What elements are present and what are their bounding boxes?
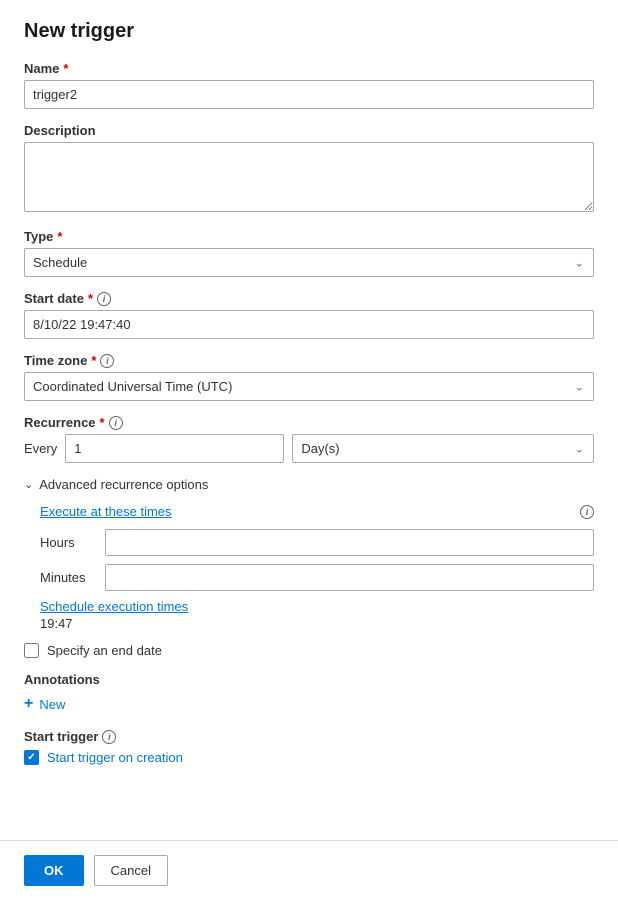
recurrence-row: Every Day(s) Week(s) Month(s) Minute(s) …: [24, 434, 594, 463]
minutes-input[interactable]: [105, 564, 594, 591]
start-trigger-row: Start trigger on creation: [24, 750, 594, 765]
schedule-execution-link[interactable]: Schedule execution times: [40, 599, 594, 614]
type-select[interactable]: Schedule Tumbling Window Storage events …: [24, 248, 594, 277]
plus-icon: +: [24, 695, 33, 713]
execute-times-header: Execute at these times i: [40, 504, 594, 519]
name-label: Name *: [24, 61, 594, 76]
hours-input[interactable]: [105, 529, 594, 556]
execute-times-link[interactable]: Execute at these times: [40, 504, 172, 519]
specify-end-date-checkbox[interactable]: [24, 643, 39, 658]
name-input[interactable]: [24, 80, 594, 109]
recurrence-field-group: Recurrence * i Every Day(s) Week(s) Mont…: [24, 415, 594, 463]
description-input[interactable]: [24, 142, 594, 212]
start-date-required: *: [88, 291, 93, 306]
recurrence-label: Recurrence * i: [24, 415, 594, 430]
page-title: New trigger: [24, 20, 594, 43]
recurrence-number-input[interactable]: [65, 434, 284, 463]
advanced-recurrence-toggle[interactable]: ⌄ Advanced recurrence options: [24, 477, 594, 492]
recurrence-unit-wrapper: Day(s) Week(s) Month(s) Minute(s) Hour(s…: [292, 434, 594, 463]
start-trigger-on-creation-label: Start trigger on creation: [47, 750, 183, 765]
recurrence-info-icon[interactable]: i: [109, 416, 123, 430]
start-trigger-checkbox[interactable]: [24, 750, 39, 765]
cancel-button[interactable]: Cancel: [94, 855, 168, 886]
type-field-group: Type * Schedule Tumbling Window Storage …: [24, 229, 594, 277]
description-label: Description: [24, 123, 594, 138]
start-date-label: Start date * i: [24, 291, 594, 306]
timezone-select[interactable]: Coordinated Universal Time (UTC): [24, 372, 594, 401]
start-trigger-info-icon[interactable]: i: [102, 730, 116, 744]
footer: OK Cancel: [0, 840, 618, 900]
type-label: Type *: [24, 229, 594, 244]
annotations-group: Annotations + New: [24, 672, 594, 713]
description-field-group: Description: [24, 123, 594, 215]
hours-label: Hours: [40, 535, 95, 550]
start-trigger-group: Start trigger i Start trigger on creatio…: [24, 729, 594, 765]
new-annotation-button[interactable]: + New: [24, 695, 594, 713]
ok-button[interactable]: OK: [24, 855, 84, 886]
every-label: Every: [24, 441, 57, 456]
schedule-time-value: 19:47: [40, 616, 594, 631]
advanced-recurrence-section: Execute at these times i Hours Minutes S…: [24, 504, 594, 631]
type-select-wrapper: Schedule Tumbling Window Storage events …: [24, 248, 594, 277]
specify-end-date-label: Specify an end date: [47, 643, 162, 658]
type-required: *: [57, 229, 62, 244]
advanced-toggle-label: Advanced recurrence options: [39, 477, 208, 492]
start-trigger-label: Start trigger i: [24, 729, 594, 744]
advanced-chevron-icon: ⌄: [24, 478, 33, 491]
start-date-info-icon[interactable]: i: [97, 292, 111, 306]
start-date-field-group: Start date * i: [24, 291, 594, 339]
timezone-required: *: [91, 353, 96, 368]
timezone-info-icon[interactable]: i: [100, 354, 114, 368]
recurrence-unit-select[interactable]: Day(s) Week(s) Month(s) Minute(s) Hour(s…: [292, 434, 594, 463]
timezone-label: Time zone * i: [24, 353, 594, 368]
timezone-field-group: Time zone * i Coordinated Universal Time…: [24, 353, 594, 401]
recurrence-required: *: [100, 415, 105, 430]
timezone-select-wrapper: Coordinated Universal Time (UTC) ⌄: [24, 372, 594, 401]
name-field-group: Name *: [24, 61, 594, 109]
minutes-row: Minutes: [40, 564, 594, 591]
hours-row: Hours: [40, 529, 594, 556]
name-required: *: [63, 61, 68, 76]
execute-times-info-icon[interactable]: i: [580, 505, 594, 519]
start-date-input[interactable]: [24, 310, 594, 339]
specify-end-date-row: Specify an end date: [24, 643, 594, 658]
new-label: New: [39, 697, 65, 712]
minutes-label: Minutes: [40, 570, 95, 585]
annotations-label: Annotations: [24, 672, 594, 687]
